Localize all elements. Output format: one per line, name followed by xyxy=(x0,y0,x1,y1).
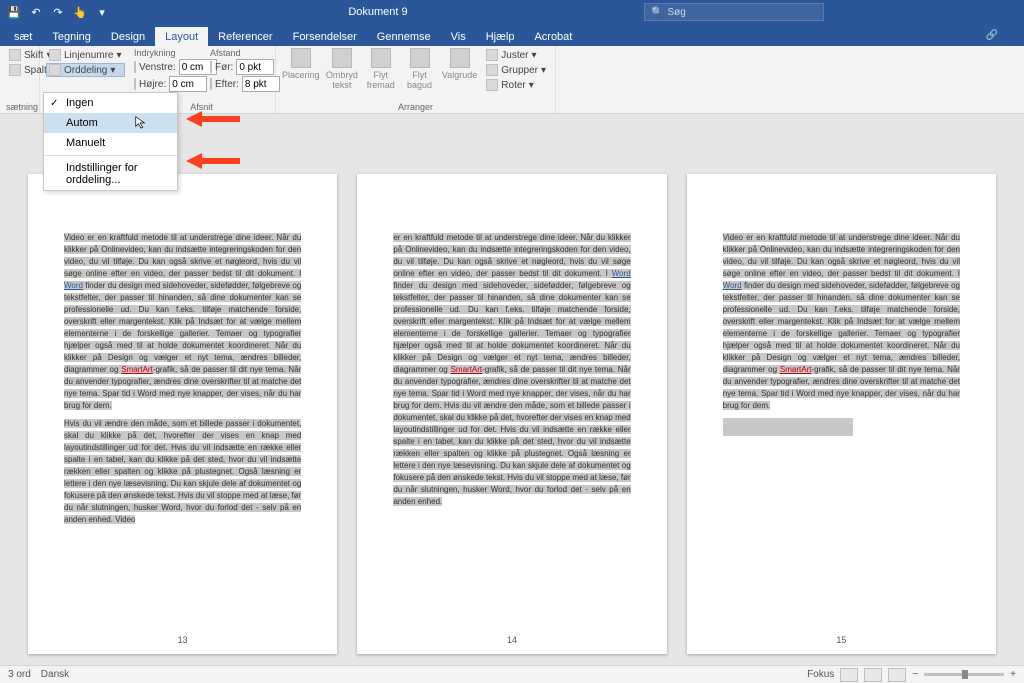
group-icon xyxy=(486,64,498,76)
dropdown-separator xyxy=(44,155,177,156)
tab-references[interactable]: Referencer xyxy=(208,27,282,46)
tab-acrobat[interactable]: Acrobat xyxy=(524,27,582,46)
breaks-icon xyxy=(9,49,21,61)
dropdown-item-manual[interactable]: Manuelt xyxy=(44,133,177,153)
spacing-before-input[interactable] xyxy=(236,59,274,75)
page-number: 15 xyxy=(687,634,996,646)
align-icon xyxy=(486,49,498,61)
hyphenation-dropdown: Ingen Autom Manuelt Indstillinger for or… xyxy=(43,92,178,191)
page-14: er en kraftfuld metode til at understreg… xyxy=(357,174,666,654)
view-web-layout-icon[interactable] xyxy=(888,668,906,682)
position-button[interactable]: Placering xyxy=(282,48,320,80)
selection-pane-button[interactable]: Valgrude xyxy=(442,48,477,80)
dropdown-item-none[interactable]: Ingen xyxy=(44,93,177,113)
annotation-arrow-1 xyxy=(186,108,240,130)
group-arrange: Placering Ombryd tekst Flyt fremad Flyt … xyxy=(276,46,556,113)
tab-design[interactable]: Design xyxy=(101,27,155,46)
columns-icon xyxy=(9,64,21,76)
spacing-before-icon xyxy=(210,61,212,73)
group-page-setup-label: sætning xyxy=(6,102,33,113)
rotate-button[interactable]: Roter ▾ xyxy=(483,78,549,92)
line-numbers-button[interactable]: Linjenumre ▾ xyxy=(46,48,125,62)
wrap-text-button[interactable]: Ombryd tekst xyxy=(326,48,359,90)
zoom-out-icon[interactable]: − xyxy=(912,669,918,680)
tab-help[interactable]: Hjælp xyxy=(476,27,525,46)
document-title: Dokument 9 xyxy=(112,6,644,18)
ribbon-tabs: sæt Tegning Design Layout Referencer For… xyxy=(0,24,1024,46)
view-print-layout-icon[interactable] xyxy=(840,668,858,682)
zoom-slider[interactable] xyxy=(924,673,1004,676)
undo-icon[interactable]: ↶ xyxy=(26,2,46,22)
document-area[interactable]: Video er en kraftfuld metode til at unde… xyxy=(0,114,1024,665)
spacing-before-row: Før: xyxy=(210,59,270,75)
hyphenation-button[interactable]: Orddeling ▾ xyxy=(46,63,125,77)
indent-right-row: Højre: xyxy=(134,76,204,92)
page-15: Video er en kraftfuld metode til at unde… xyxy=(687,174,996,654)
group-page-setup-left: Skift ▾ Spalter ▾ sætning xyxy=(0,46,40,113)
search-placeholder: Søg xyxy=(667,7,685,18)
search-icon: 🔍 xyxy=(651,7,663,18)
spacing-after-icon xyxy=(210,78,212,90)
status-bar: 3 ord Dansk Fokus − + xyxy=(0,665,1024,683)
spacing-after-row: Efter: xyxy=(210,76,270,92)
bring-forward-button[interactable]: Flyt fremad xyxy=(364,48,397,90)
group-arrange-label: Arranger xyxy=(282,102,549,113)
tab-mailings[interactable]: Forsendelser xyxy=(283,27,367,46)
status-focus[interactable]: Fokus xyxy=(807,669,834,680)
forward-icon xyxy=(371,48,391,68)
page-13: Video er en kraftfuld metode til at unde… xyxy=(28,174,337,654)
annotation-arrow-2 xyxy=(186,150,240,172)
rotate-icon xyxy=(486,79,498,91)
page-number: 14 xyxy=(357,634,666,646)
backward-icon xyxy=(410,48,430,68)
indent-left-icon xyxy=(134,61,136,73)
status-language[interactable]: Dansk xyxy=(41,669,69,680)
selection-tail xyxy=(723,418,853,436)
dropdown-item-auto[interactable]: Autom xyxy=(44,113,177,133)
wrap-icon xyxy=(332,48,352,68)
position-icon xyxy=(291,48,311,68)
cursor-icon xyxy=(134,115,148,129)
quick-access-toolbar: 💾 ↶ ↷ 👆 ▾ xyxy=(0,2,112,22)
line-numbers-icon xyxy=(49,49,61,61)
spacing-heading: Afstand xyxy=(210,48,270,58)
tab-insert[interactable]: sæt xyxy=(4,27,42,46)
tab-layout[interactable]: Layout xyxy=(155,27,208,46)
share-button[interactable]: 🔗 Del xyxy=(986,30,1016,41)
tab-review[interactable]: Gennemse xyxy=(367,27,441,46)
zoom-in-icon[interactable]: + xyxy=(1010,669,1016,680)
search-input[interactable]: 🔍 Søg xyxy=(644,3,824,21)
save-icon[interactable]: 💾 xyxy=(4,2,24,22)
tab-drawing[interactable]: Tegning xyxy=(42,27,101,46)
view-read-mode-icon[interactable] xyxy=(864,668,882,682)
hyphenation-icon xyxy=(49,64,61,76)
tab-view[interactable]: Vis xyxy=(441,27,476,46)
qat-more-icon[interactable]: ▾ xyxy=(92,2,112,22)
send-backward-button[interactable]: Flyt bagud xyxy=(403,48,436,90)
dropdown-item-options[interactable]: Indstillinger for orddeling... xyxy=(44,158,177,190)
align-button[interactable]: Juster ▾ xyxy=(483,48,549,62)
page-number: 13 xyxy=(28,634,337,646)
indent-left-row: Venstre: xyxy=(134,59,204,75)
redo-icon[interactable]: ↷ xyxy=(48,2,68,22)
title-bar: 💾 ↶ ↷ 👆 ▾ Dokument 9 🔍 Søg xyxy=(0,0,1024,24)
touch-icon[interactable]: 👆 xyxy=(70,2,90,22)
zoom-thumb[interactable] xyxy=(962,670,968,679)
selection-pane-icon xyxy=(450,48,470,68)
indent-right-icon xyxy=(134,78,136,90)
spacing-after-input[interactable] xyxy=(242,76,280,92)
indent-heading: Indrykning xyxy=(134,48,204,58)
status-word-count[interactable]: 3 ord xyxy=(8,669,31,680)
indent-right-input[interactable] xyxy=(169,76,207,92)
group-button[interactable]: Grupper ▾ xyxy=(483,63,549,77)
